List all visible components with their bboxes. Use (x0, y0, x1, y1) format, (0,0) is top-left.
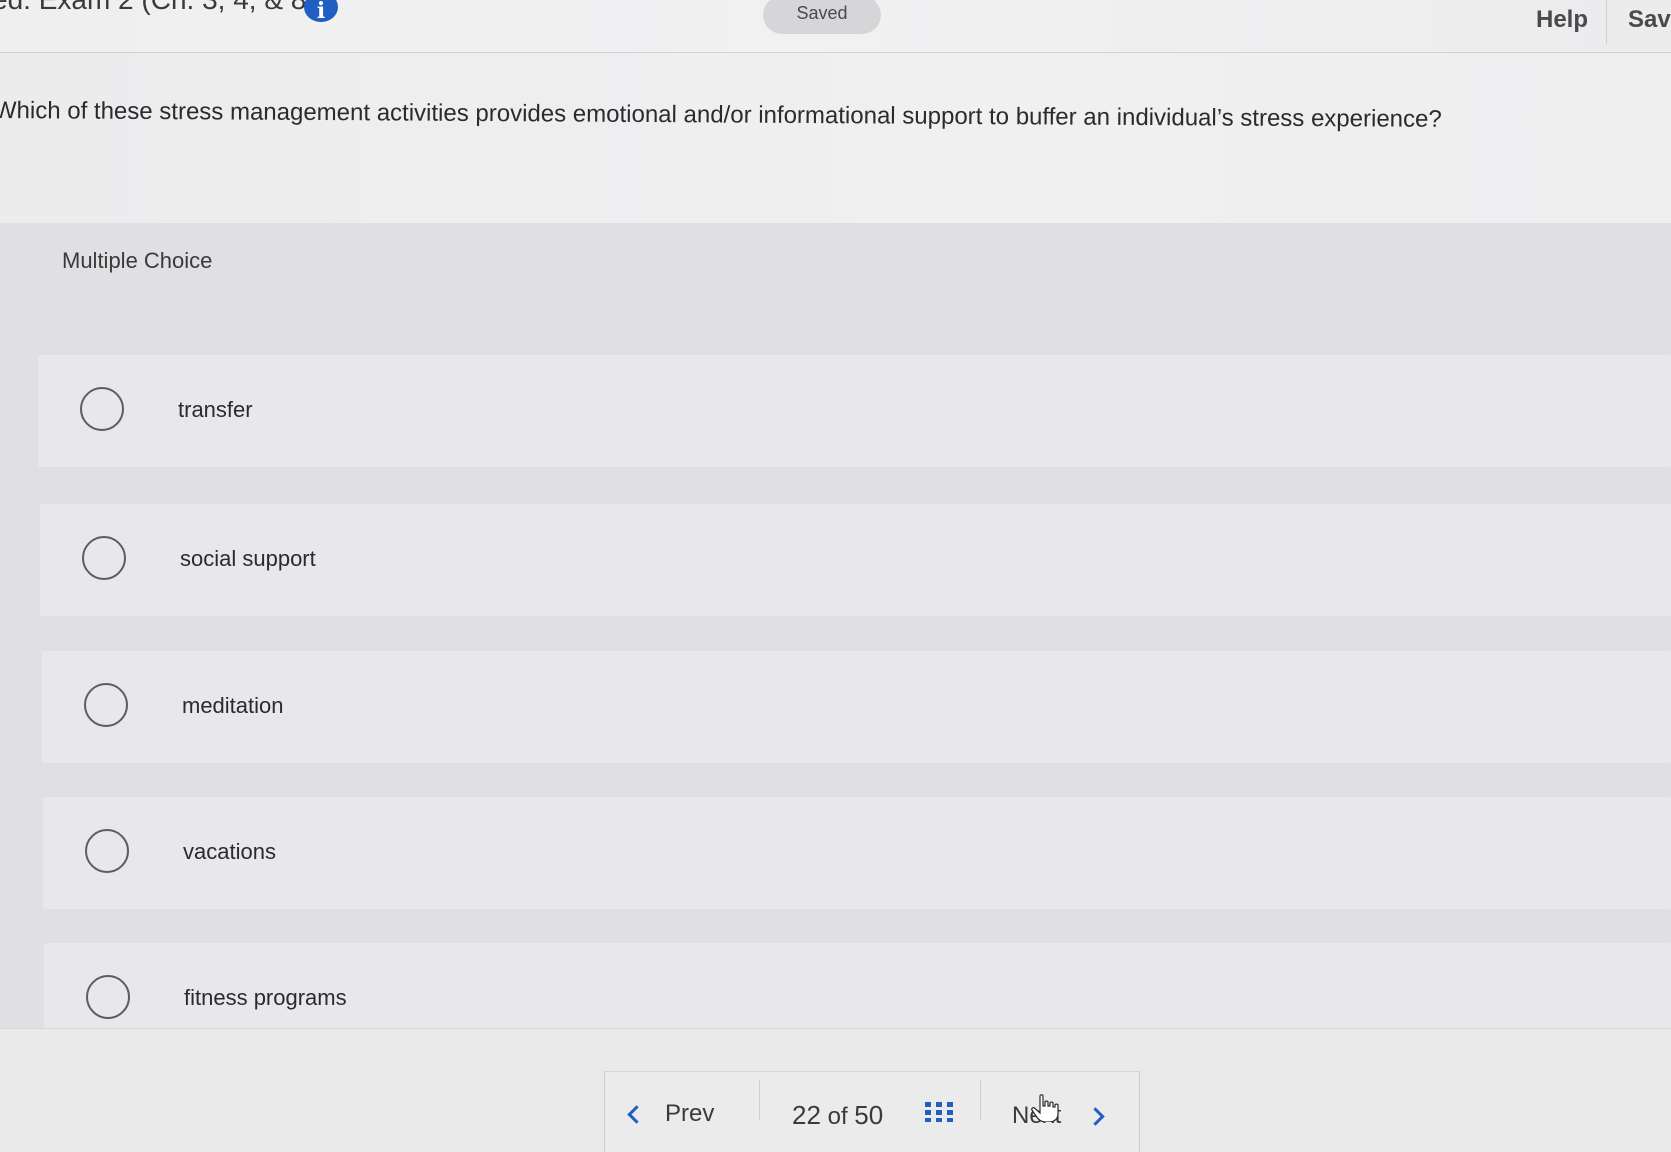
header-divider (1606, 0, 1607, 44)
answer-option-transfer[interactable]: transfer (38, 355, 1671, 467)
answer-option-vacations[interactable]: vacations (43, 797, 1671, 909)
top-header-bar: ed: Exam 2 (Ch. 3, 4, & 8) i Saved Help … (0, 0, 1671, 53)
answer-option-label: transfer (178, 397, 253, 422)
prev-button[interactable]: Prev (627, 1100, 715, 1128)
radio-button[interactable] (84, 683, 128, 727)
radio-button[interactable] (82, 536, 126, 580)
saved-status-badge: Saved (763, 0, 881, 34)
chevron-left-icon (627, 1105, 646, 1124)
info-icon[interactable]: i (304, 0, 338, 24)
answer-option-meditation[interactable]: meditation (42, 651, 1671, 763)
question-counter: 22 of 50 (792, 1100, 883, 1131)
answer-option-label: vacations (183, 839, 276, 864)
exam-title: ed: Exam 2 (Ch. 3, 4, & 8) (0, 0, 316, 16)
total-question-count: 50 (854, 1100, 884, 1130)
nav-divider (759, 1080, 760, 1120)
radio-button[interactable] (80, 387, 124, 431)
current-question-number: 22 (792, 1100, 821, 1130)
question-area: Which of these stress management activit… (0, 53, 1671, 223)
answer-option-label: meditation (182, 693, 284, 718)
question-prompt: Which of these stress management activit… (0, 97, 1442, 133)
answer-option-label: social support (180, 546, 316, 571)
answer-option-label: fitness programs (184, 985, 347, 1010)
radio-button[interactable] (86, 975, 130, 1019)
hand-cursor-icon (1031, 1094, 1059, 1122)
prev-label: Prev (665, 1100, 715, 1127)
answer-option-social-support[interactable]: social support (40, 504, 1671, 616)
question-grid-icon[interactable] (925, 1102, 953, 1122)
answer-panel: Multiple Choice transfer social support … (0, 223, 1671, 1055)
nav-divider (980, 1080, 981, 1120)
radio-button[interactable] (85, 829, 129, 873)
question-type-label: Multiple Choice (62, 248, 213, 273)
save-button[interactable]: Save (1628, 6, 1671, 34)
help-button[interactable]: Help (1536, 6, 1588, 34)
